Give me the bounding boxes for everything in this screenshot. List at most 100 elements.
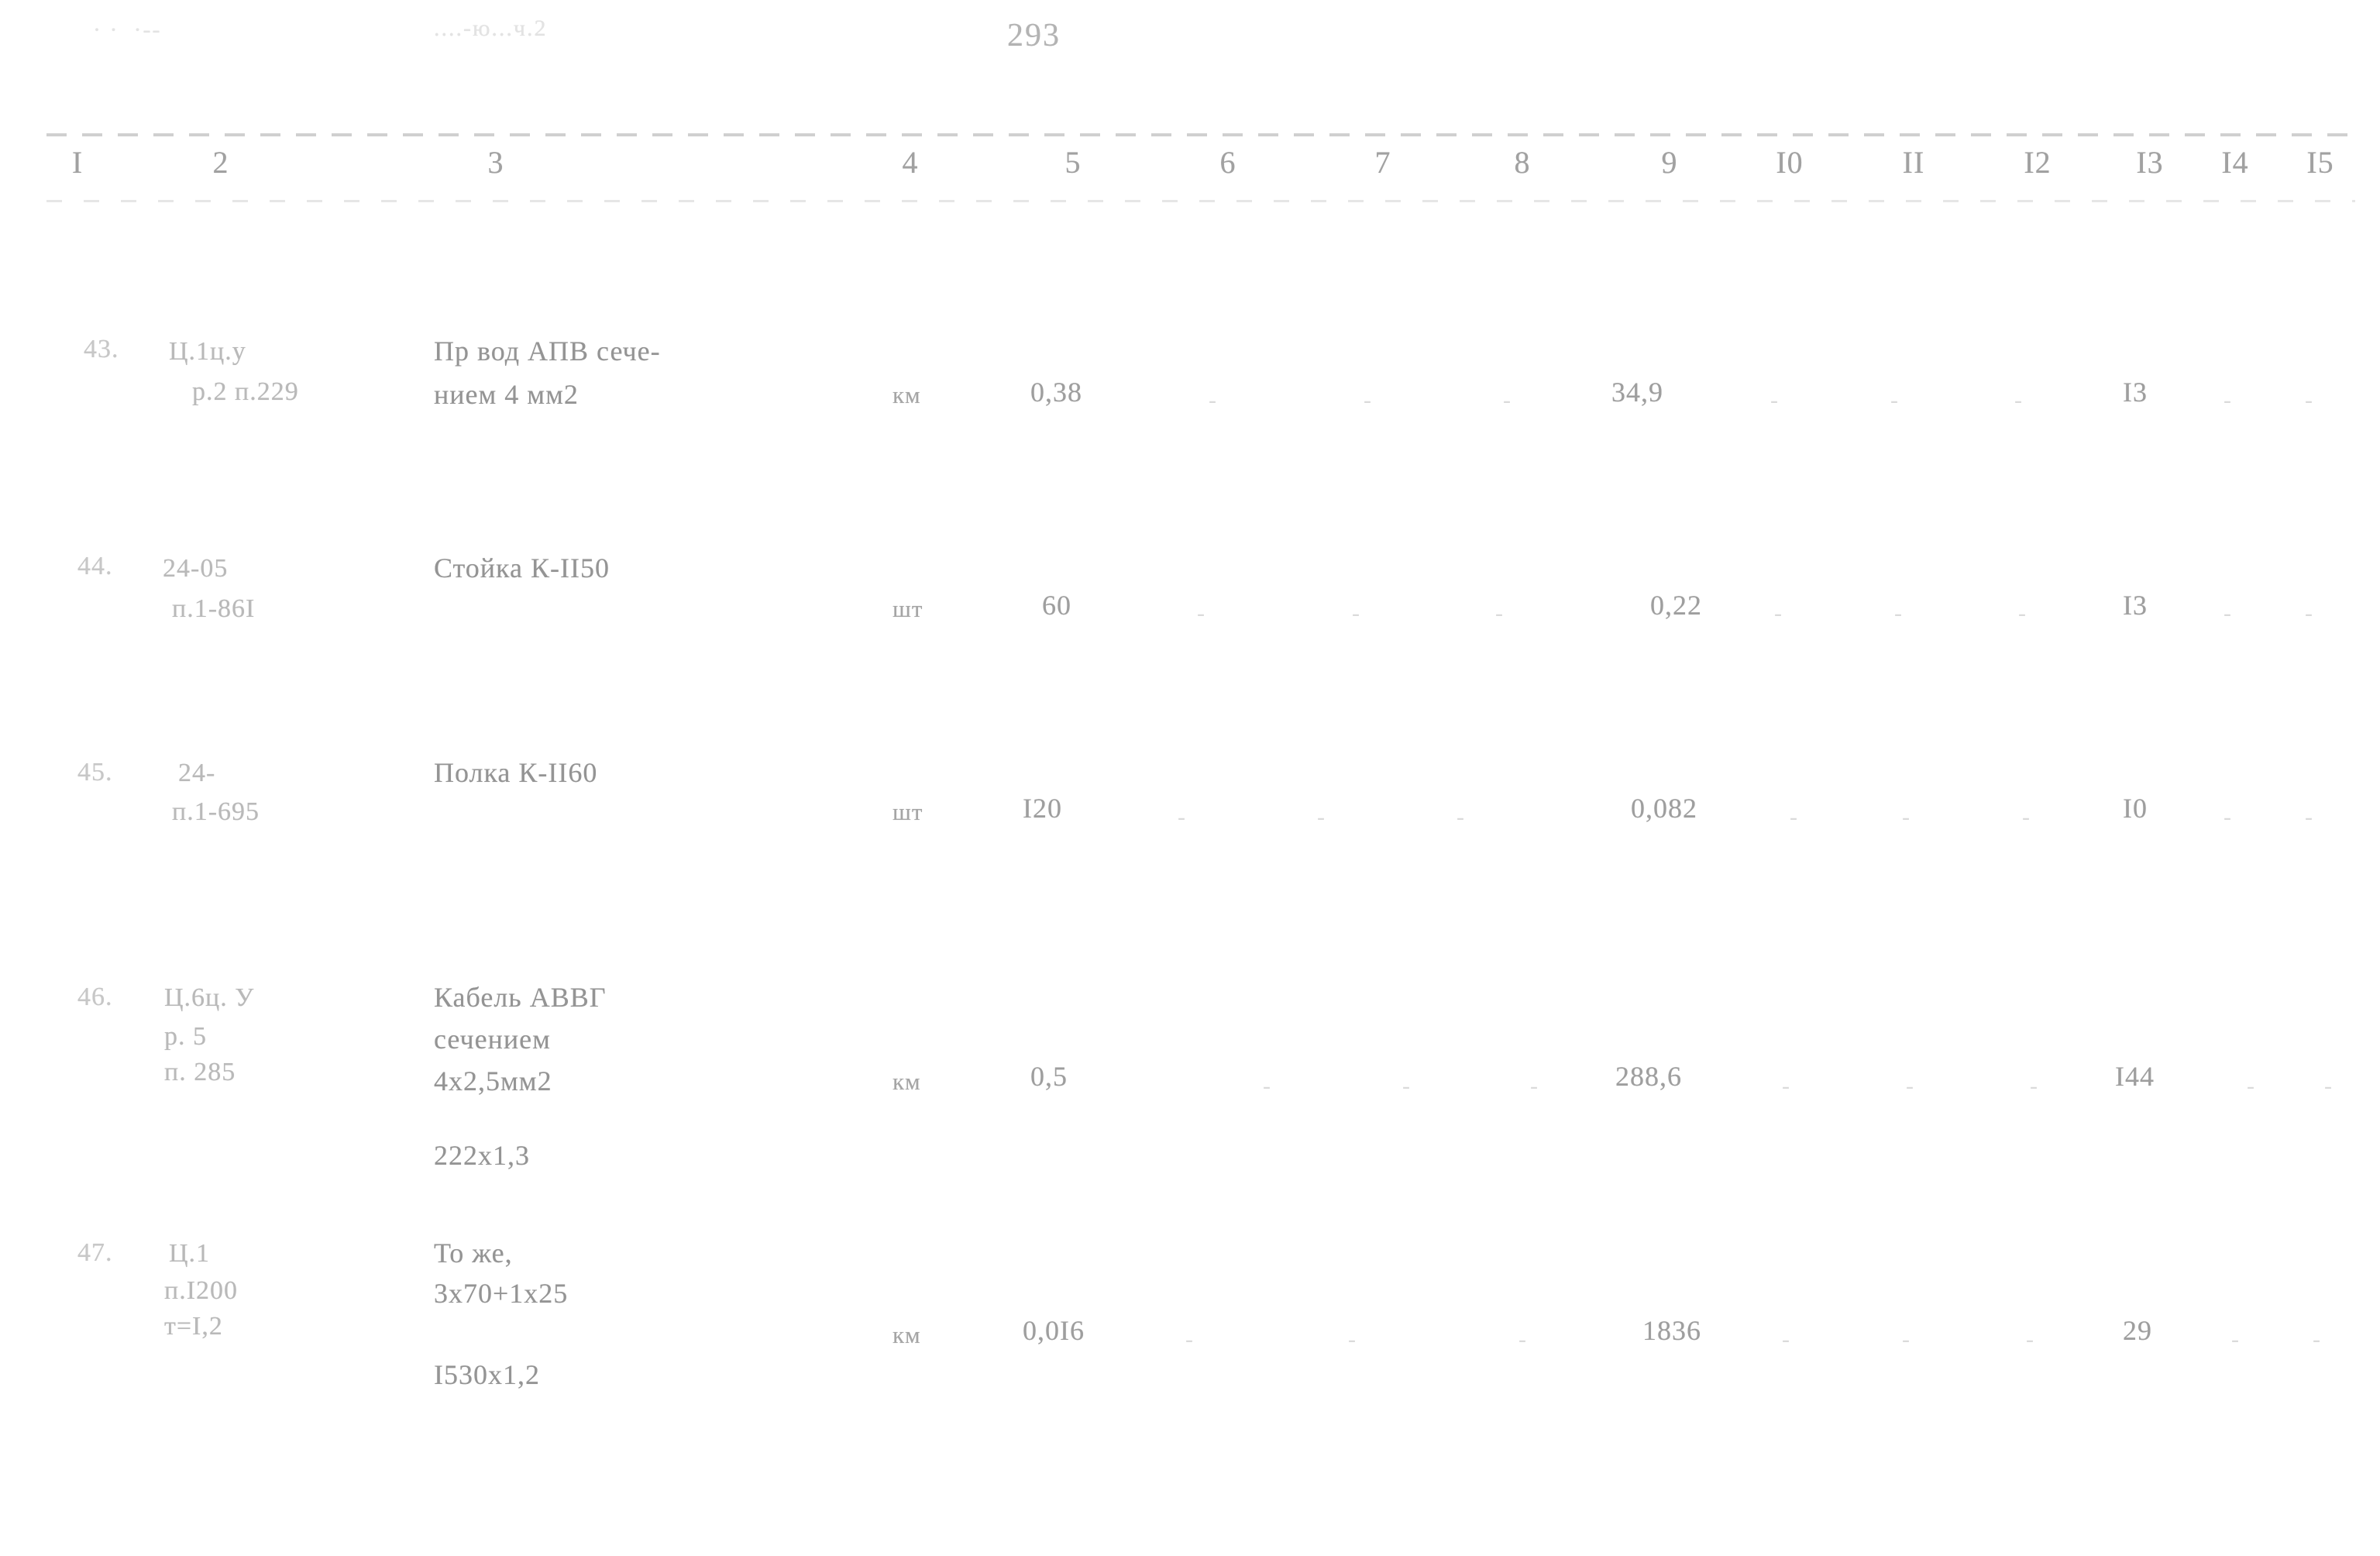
row-col6: - xyxy=(1185,1327,1193,1352)
row-code-line: п.1-695 xyxy=(172,797,260,826)
row-quantity: I20 xyxy=(1023,793,1062,824)
row-col14: - xyxy=(2224,387,2231,413)
row-description-line: То же, xyxy=(434,1238,513,1269)
row-col12: - xyxy=(2018,601,2026,626)
row-description-line: Полка К-II60 xyxy=(434,757,598,788)
row-col10: - xyxy=(1782,1073,1790,1099)
row-quantity: 0,0I6 xyxy=(1023,1315,1085,1346)
row-col11: - xyxy=(1890,387,1898,413)
row-col13: I44 xyxy=(2115,1061,2155,1092)
row-code-line: Ц.1 xyxy=(169,1239,211,1268)
scan-speckle xyxy=(2162,1127,2168,1152)
row-description-line: Стойка К-II50 xyxy=(434,553,610,584)
row-unit: км xyxy=(892,1321,921,1348)
row-col14: - xyxy=(2247,1073,2254,1099)
row-code-line: п.1-86I xyxy=(172,594,256,623)
row-col7: - xyxy=(1364,387,1371,413)
header-rule-bottom xyxy=(46,200,2355,202)
row-col8: - xyxy=(1518,1327,1526,1352)
column-header-15: I5 xyxy=(2306,145,2334,180)
row-col15: - xyxy=(2313,1327,2320,1352)
column-header-6: 6 xyxy=(1219,145,1236,180)
row-description-line: нием 4 мм2 xyxy=(434,379,579,410)
column-header-8: 8 xyxy=(1514,145,1531,180)
row-col12: - xyxy=(2022,804,2030,830)
page-number: 293 xyxy=(1007,18,1061,53)
row-col9: 0,22 xyxy=(1650,590,1702,621)
row-col6: - xyxy=(1263,1073,1271,1099)
row-description-extra: I530х1,2 xyxy=(434,1359,540,1390)
row-col13: 29 xyxy=(2123,1315,2152,1346)
row-col8: - xyxy=(1457,804,1464,830)
row-description-line: Кабель АВВГ xyxy=(434,982,607,1013)
row-description-line: 4х2,5мм2 xyxy=(434,1065,552,1096)
row-code-line: р. 5 xyxy=(164,1022,207,1051)
row-col8: - xyxy=(1530,1073,1538,1099)
row-description-line: Пр вод АПВ сече- xyxy=(434,336,661,367)
row-number: 46. xyxy=(77,983,113,1011)
row-col15: - xyxy=(2305,804,2313,830)
row-col11: - xyxy=(1902,804,1910,830)
row-code-line: п. 285 xyxy=(164,1058,236,1086)
row-col15: - xyxy=(2305,601,2313,626)
row-unit: шт xyxy=(892,595,923,622)
column-header-1: I xyxy=(71,145,84,180)
row-col8: - xyxy=(1495,601,1503,626)
row-code-line: Ц.6ц. У xyxy=(164,983,255,1012)
column-header-9: 9 xyxy=(1661,145,1678,180)
row-col13: I3 xyxy=(2123,590,2148,621)
row-number: 44. xyxy=(77,552,113,580)
row-col14: - xyxy=(2224,804,2231,830)
document-page: · · ·-- ....-ю...ч.2 293 I 2 3 4 5 6 7 8… xyxy=(0,0,2380,1556)
row-col9: 288,6 xyxy=(1615,1061,1682,1092)
column-header-14: I4 xyxy=(2221,145,2249,180)
row-unit: шт xyxy=(892,798,923,825)
row-col12: - xyxy=(2014,387,2022,413)
row-col7: - xyxy=(1402,1073,1410,1099)
row-quantity: 0,38 xyxy=(1030,377,1082,408)
row-code-line: 24-05 xyxy=(163,554,229,583)
row-description-line: 3х70+1х25 xyxy=(434,1278,569,1309)
row-quantity: 0,5 xyxy=(1030,1061,1068,1092)
row-unit: км xyxy=(892,381,921,408)
column-header-12: I2 xyxy=(2024,145,2052,180)
row-code-line: п.I200 xyxy=(164,1276,239,1305)
row-col6: - xyxy=(1178,804,1185,830)
row-col13: I0 xyxy=(2123,793,2148,824)
row-col13: I3 xyxy=(2123,377,2148,408)
row-col15: - xyxy=(2305,387,2313,413)
row-code-line: т=I,2 xyxy=(164,1312,223,1341)
row-quantity: 60 xyxy=(1042,590,1071,621)
row-col11: - xyxy=(1894,601,1902,626)
row-col7: - xyxy=(1348,1327,1356,1352)
row-col9: 0,082 xyxy=(1631,793,1697,824)
row-description-line: сечением xyxy=(434,1024,551,1055)
row-number: 45. xyxy=(77,758,113,787)
row-col14: - xyxy=(2224,601,2231,626)
column-header-4: 4 xyxy=(902,145,919,180)
top-marginalia-left: · · ·-- xyxy=(93,17,162,43)
row-col10: - xyxy=(1774,601,1782,626)
scan-speckle xyxy=(1805,1507,1812,1532)
row-col12: - xyxy=(2026,1327,2034,1352)
column-header-10: I0 xyxy=(1776,145,1804,180)
row-col10: - xyxy=(1782,1327,1790,1352)
row-code-line: 24- xyxy=(178,759,216,787)
column-header-2: 2 xyxy=(212,145,229,180)
row-col11: - xyxy=(1902,1327,1910,1352)
row-col8: - xyxy=(1503,387,1511,413)
column-header-13: I3 xyxy=(2136,145,2164,180)
row-col14: - xyxy=(2231,1327,2239,1352)
row-col6: - xyxy=(1197,601,1205,626)
row-col9: 1836 xyxy=(1642,1315,1701,1346)
row-col10: - xyxy=(1770,387,1778,413)
column-header-11: II xyxy=(1902,145,1925,180)
row-number: 47. xyxy=(77,1238,113,1267)
column-header-7: 7 xyxy=(1374,145,1391,180)
row-col9: 34,9 xyxy=(1611,377,1663,408)
header-rule-top xyxy=(46,133,2355,136)
top-marginalia-center: ....-ю...ч.2 xyxy=(434,15,548,41)
row-col10: - xyxy=(1790,804,1797,830)
column-header-5: 5 xyxy=(1064,145,1082,180)
row-description-extra: 222х1,3 xyxy=(434,1140,530,1171)
